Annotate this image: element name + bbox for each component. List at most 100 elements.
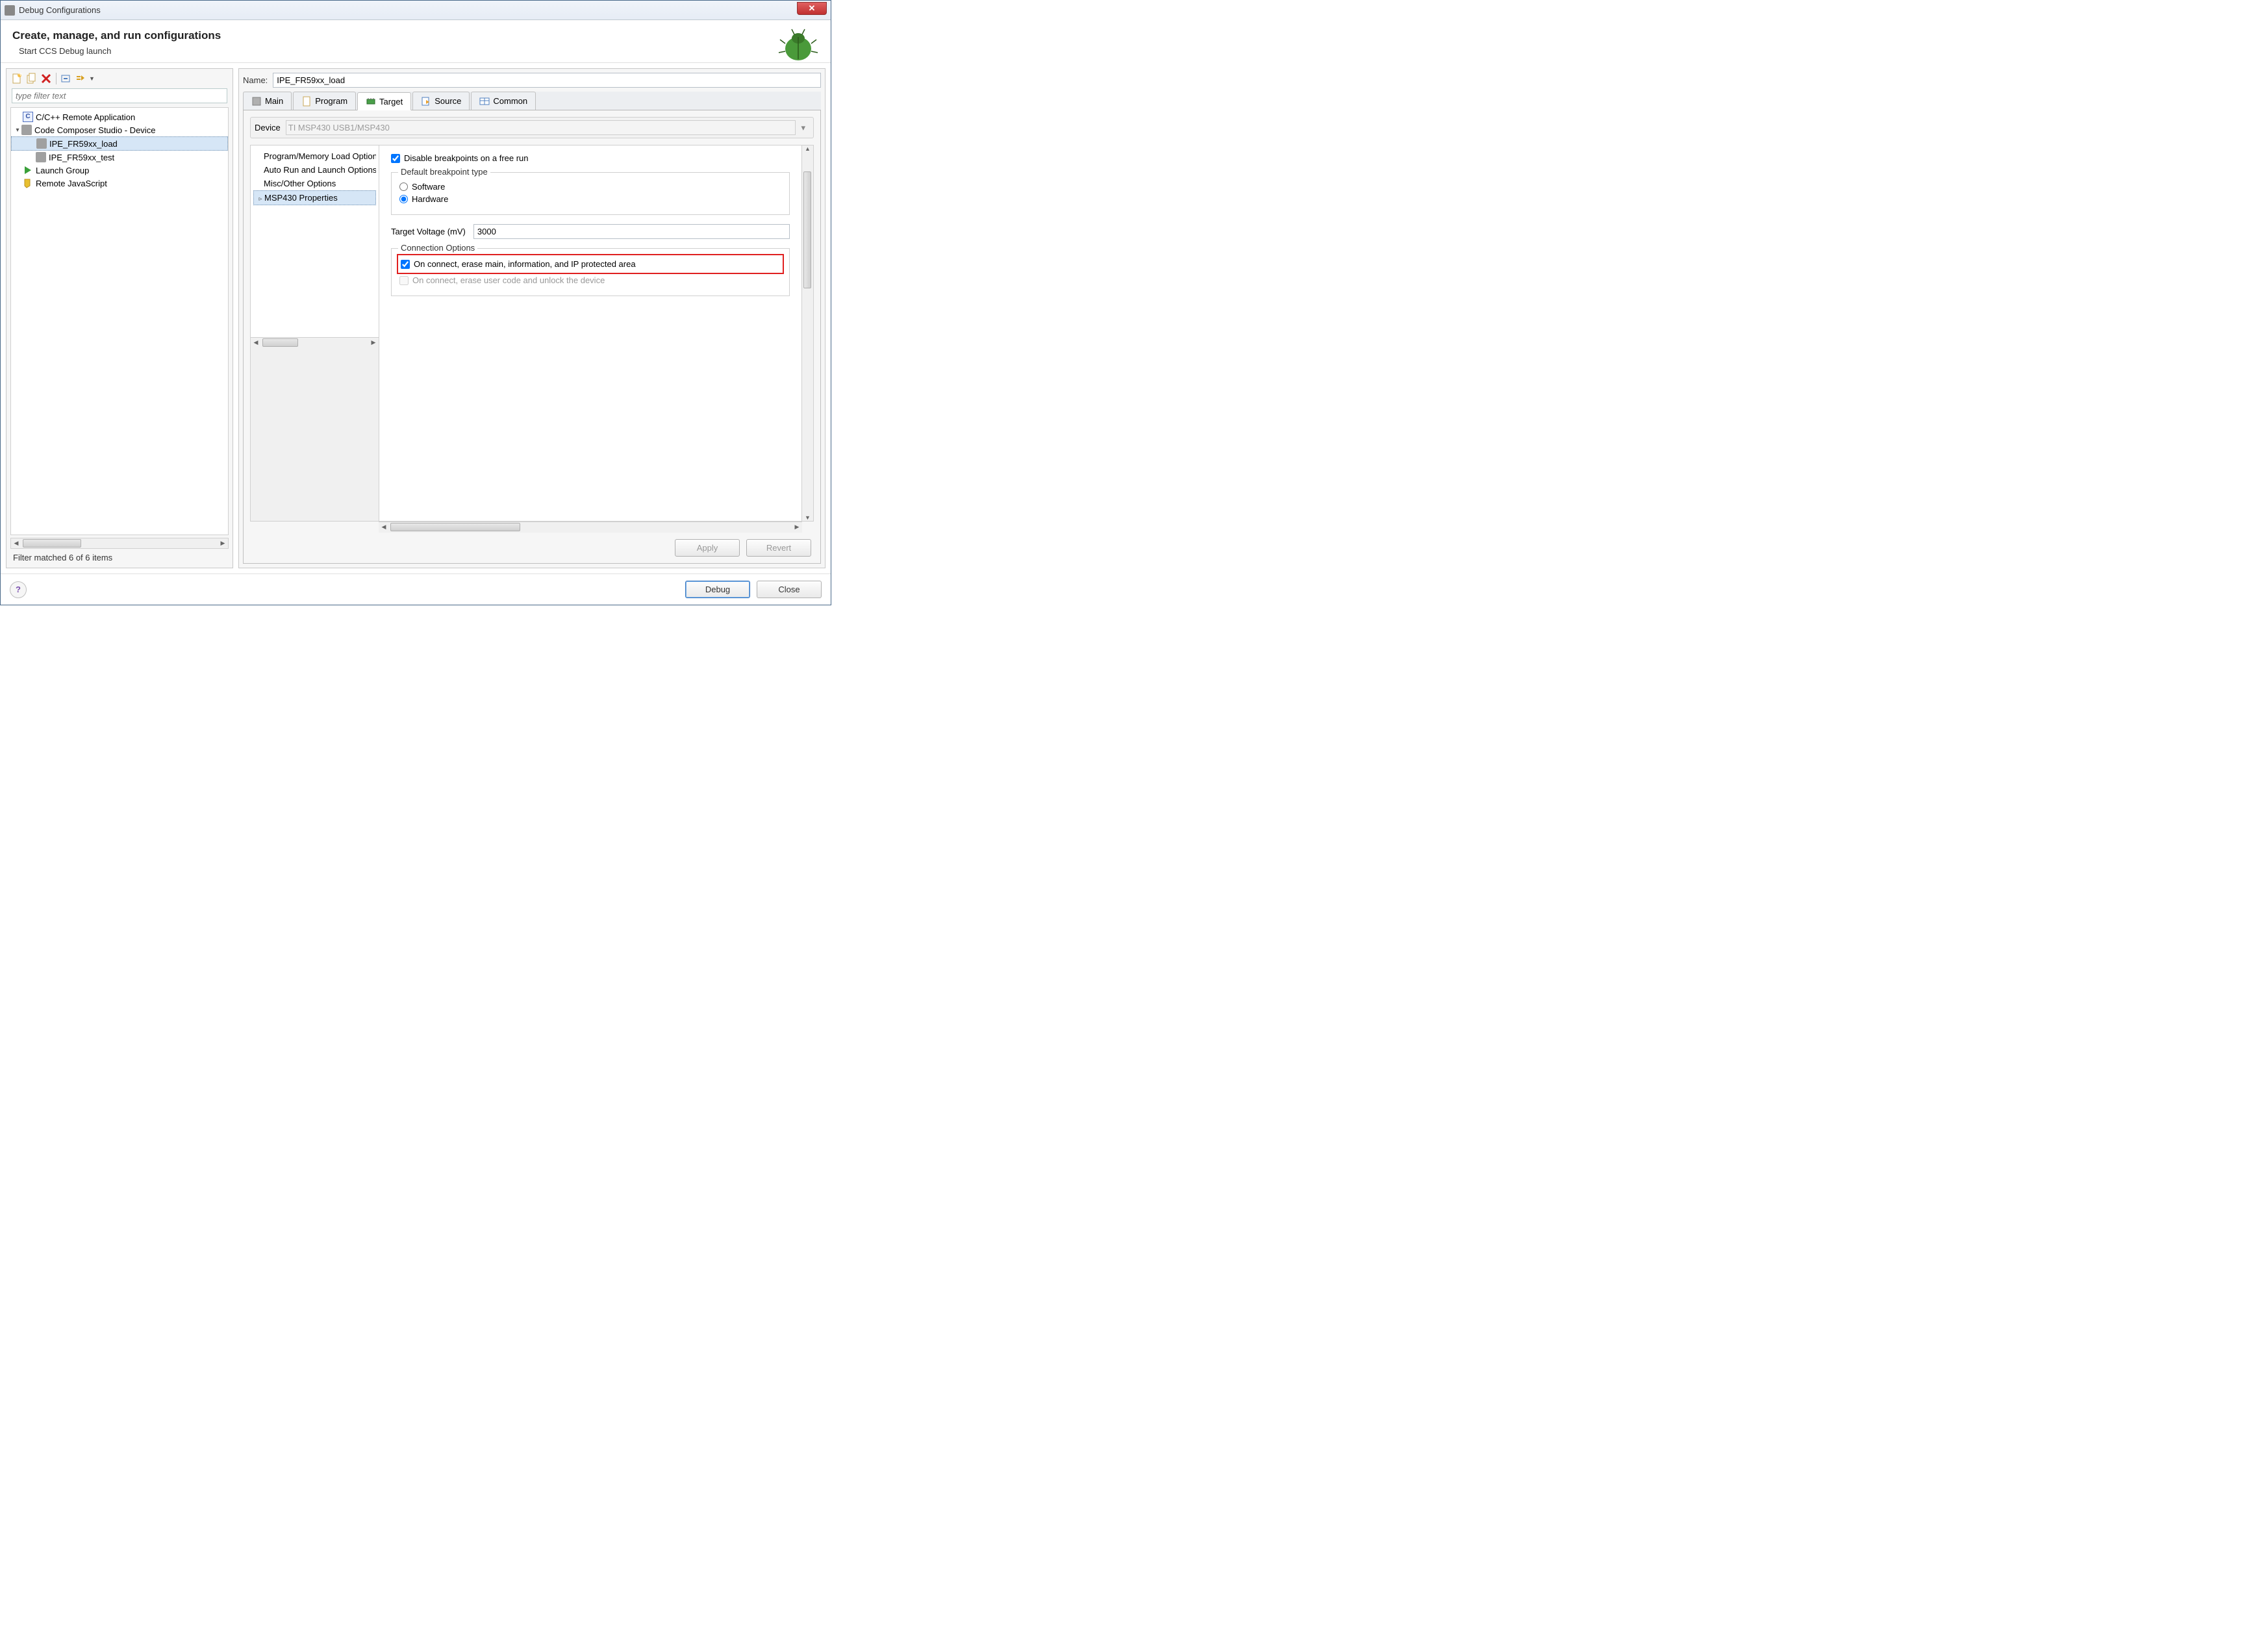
- name-label: Name:: [243, 75, 268, 85]
- expand-arrow-icon[interactable]: ▹: [257, 195, 264, 203]
- svg-text:+: +: [18, 73, 23, 79]
- apply-button[interactable]: Apply: [675, 539, 740, 557]
- expand-arrow-icon[interactable]: ▾: [14, 127, 21, 134]
- tree-item-remote-js[interactable]: Remote JavaScript: [11, 177, 228, 190]
- scroll-thumb[interactable]: [803, 171, 811, 288]
- bp-software-radio[interactable]: [399, 183, 408, 191]
- scroll-thumb[interactable]: [390, 523, 520, 531]
- scroll-right-icon[interactable]: ▶: [368, 338, 379, 347]
- settings-h-scrollbar[interactable]: ◀ ▶: [379, 522, 802, 533]
- erase-user-checkbox: [399, 276, 409, 285]
- tree-item-ipe-load[interactable]: IPE_FR59xx_load: [11, 136, 228, 151]
- left-pane: + ▼ C C/C++ Remote Application ▾ Code: [6, 68, 233, 568]
- delete-config-icon[interactable]: [40, 73, 52, 84]
- tab-main[interactable]: Main: [243, 92, 292, 110]
- scroll-down-icon[interactable]: ▼: [802, 514, 813, 521]
- body: + ▼ C C/C++ Remote Application ▾ Code: [1, 63, 831, 573]
- header: Create, manage, and run configurations S…: [1, 20, 831, 63]
- toolbar-separator: [56, 73, 57, 84]
- titlebar[interactable]: Debug Configurations ✕: [1, 1, 831, 20]
- disable-breakpoints-checkbox[interactable]: [391, 154, 400, 163]
- device-select[interactable]: TI MSP430 USB1/MSP430: [286, 120, 796, 135]
- scroll-left-icon[interactable]: ◀: [251, 338, 261, 347]
- prop-auto-run[interactable]: Auto Run and Launch Options: [253, 163, 376, 177]
- cube-icon: [251, 96, 262, 107]
- source-icon: [421, 96, 431, 107]
- filter-status: Filter matched 6 of 6 items: [9, 550, 230, 565]
- tree-item-ipe-test[interactable]: IPE_FR59xx_test: [11, 151, 228, 164]
- tree-label: IPE_FR59xx_load: [49, 139, 118, 149]
- left-h-scrollbar[interactable]: ◀ ▶: [10, 538, 229, 549]
- tab-program[interactable]: Program: [293, 92, 356, 110]
- settings-v-scrollbar[interactable]: ▲ ▼: [801, 145, 813, 521]
- window-close-button[interactable]: ✕: [797, 2, 827, 15]
- tab-common[interactable]: Common: [471, 92, 536, 110]
- tree-item-c-remote[interactable]: C C/C++ Remote Application: [11, 110, 228, 123]
- settings-panel: Disable breakpoints on a free run Defaul…: [381, 145, 800, 521]
- filter-input[interactable]: [12, 88, 227, 103]
- box-icon: [21, 125, 32, 135]
- config-tree[interactable]: C C/C++ Remote Application ▾ Code Compos…: [10, 107, 229, 535]
- scroll-left-icon[interactable]: ◀: [11, 538, 21, 548]
- tree-label: Code Composer Studio - Device: [34, 125, 155, 135]
- tree-label: C/C++ Remote Application: [36, 112, 135, 122]
- tab-source[interactable]: Source: [412, 92, 470, 110]
- settings-hscroll-row: ◀ ▶: [250, 522, 814, 533]
- scroll-right-icon[interactable]: ▶: [218, 538, 228, 548]
- disable-breakpoints-row[interactable]: Disable breakpoints on a free run: [391, 153, 790, 163]
- prop-program-memory[interactable]: Program/Memory Load Options: [253, 149, 376, 163]
- tab-label: Program: [315, 96, 347, 106]
- prop-msp430[interactable]: ▹MSP430 Properties: [253, 190, 376, 205]
- scroll-right-icon[interactable]: ▶: [792, 522, 802, 532]
- collapse-all-icon[interactable]: [60, 73, 72, 84]
- device-label: Device: [255, 123, 281, 132]
- revert-button[interactable]: Revert: [746, 539, 811, 557]
- tree-item-ccs-device[interactable]: ▾ Code Composer Studio - Device: [11, 123, 228, 136]
- erase-main-row[interactable]: On connect, erase main, information, and…: [401, 259, 780, 269]
- dialog-window: Debug Configurations ✕ Create, manage, a…: [0, 0, 831, 605]
- close-button[interactable]: Close: [757, 581, 822, 598]
- erase-main-label: On connect, erase main, information, and…: [414, 259, 636, 269]
- bp-hardware-row[interactable]: Hardware: [399, 194, 781, 204]
- erase-user-row: On connect, erase user code and unlock t…: [399, 275, 781, 285]
- tab-label: Common: [493, 96, 527, 106]
- connection-options-fieldset: Connection Options On connect, erase mai…: [391, 248, 790, 296]
- app-icon: [5, 5, 15, 16]
- prop-misc[interactable]: Misc/Other Options: [253, 177, 376, 190]
- dropdown-arrow-icon[interactable]: ▼: [89, 75, 95, 82]
- scroll-thumb[interactable]: [23, 539, 81, 548]
- inner-split: Program/Memory Load Options Auto Run and…: [250, 145, 814, 522]
- name-row: Name:: [243, 73, 821, 88]
- header-subtitle: Start CCS Debug launch: [12, 46, 819, 56]
- debug-button[interactable]: Debug: [685, 581, 750, 598]
- bug-icon: [777, 27, 819, 66]
- target-voltage-label: Target Voltage (mV): [391, 227, 466, 236]
- tree-item-launch-group[interactable]: Launch Group: [11, 164, 228, 177]
- help-icon[interactable]: ?: [10, 581, 27, 598]
- name-input[interactable]: [273, 73, 821, 88]
- scroll-left-icon[interactable]: ◀: [379, 522, 389, 532]
- duplicate-config-icon[interactable]: [26, 73, 38, 84]
- tabbar: Main Program Target Source Common: [243, 92, 821, 110]
- new-config-icon[interactable]: +: [12, 73, 23, 84]
- device-row: Device TI MSP430 USB1/MSP430 ▾: [250, 117, 814, 138]
- scroll-up-icon[interactable]: ▲: [802, 145, 813, 152]
- erase-main-checkbox[interactable]: [401, 260, 410, 269]
- scroll-thumb[interactable]: [262, 338, 298, 347]
- erase-user-label: On connect, erase user code and unlock t…: [412, 275, 605, 285]
- filter-menu-icon[interactable]: [75, 73, 86, 84]
- file-icon: [301, 96, 312, 107]
- proptree-h-scrollbar[interactable]: ◀ ▶: [251, 337, 379, 522]
- tab-label: Main: [265, 96, 283, 106]
- c-file-icon: C: [23, 112, 33, 122]
- bp-hardware-label: Hardware: [412, 194, 448, 204]
- highlight-box: On connect, erase main, information, and…: [397, 254, 784, 274]
- play-icon: [23, 165, 33, 175]
- footer: ? Debug Close: [1, 573, 831, 605]
- target-voltage-input[interactable]: [473, 224, 790, 239]
- bp-hardware-radio[interactable]: [399, 195, 408, 203]
- chevron-down-icon[interactable]: ▾: [801, 123, 809, 133]
- bp-software-row[interactable]: Software: [399, 182, 781, 192]
- tab-target[interactable]: Target: [357, 92, 411, 110]
- tab-label: Target: [379, 97, 403, 107]
